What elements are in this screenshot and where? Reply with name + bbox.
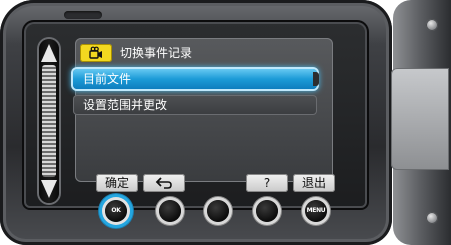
- ok-button-label: OK: [111, 207, 121, 214]
- exit-softkey-label: 退出: [293, 174, 335, 192]
- menu-item-label: 设置范围并更改: [83, 98, 168, 112]
- hardware-button-3[interactable]: [207, 200, 229, 222]
- hardware-button-2[interactable]: [159, 200, 181, 222]
- ok-softkey-label: 确定: [96, 174, 138, 192]
- slider-grip[interactable]: [42, 65, 56, 177]
- slider-down-arrow-icon[interactable]: [41, 180, 57, 198]
- touch-slider[interactable]: [39, 39, 59, 203]
- body-notch: [64, 11, 102, 19]
- selection-end-cap: [313, 72, 319, 86]
- camcorder-screen-illustration: 切换事件记录 目前文件 设置范围并更改 确定 ? 退出 OK MENU: [0, 0, 451, 245]
- help-softkey-label: ?: [246, 174, 288, 192]
- ok-button[interactable]: OK: [105, 200, 127, 222]
- menu-item-set-range[interactable]: 设置范围并更改: [73, 95, 317, 115]
- screw-icon: [426, 19, 438, 31]
- screw-icon: [426, 212, 438, 224]
- menu-header: 切换事件记录: [80, 44, 328, 62]
- menu-button[interactable]: MENU: [305, 200, 327, 222]
- slider-up-arrow-icon[interactable]: [41, 44, 57, 62]
- return-arrow-icon: [155, 177, 172, 189]
- video-mode-icon: [80, 44, 112, 62]
- menu-button-label: MENU: [306, 207, 326, 214]
- back-softkey-label: [143, 174, 185, 192]
- menu-item-label: 目前文件: [83, 72, 132, 86]
- flap-hinge: [391, 68, 449, 170]
- menu-item-current-file[interactable]: 目前文件: [73, 69, 319, 89]
- hardware-button-4[interactable]: [256, 200, 278, 222]
- lcd-screen: 切换事件记录 目前文件 设置范围并更改 确定 ? 退出: [22, 20, 369, 210]
- menu-title: 切换事件记录: [120, 46, 193, 60]
- video-camera-icon: [89, 46, 102, 59]
